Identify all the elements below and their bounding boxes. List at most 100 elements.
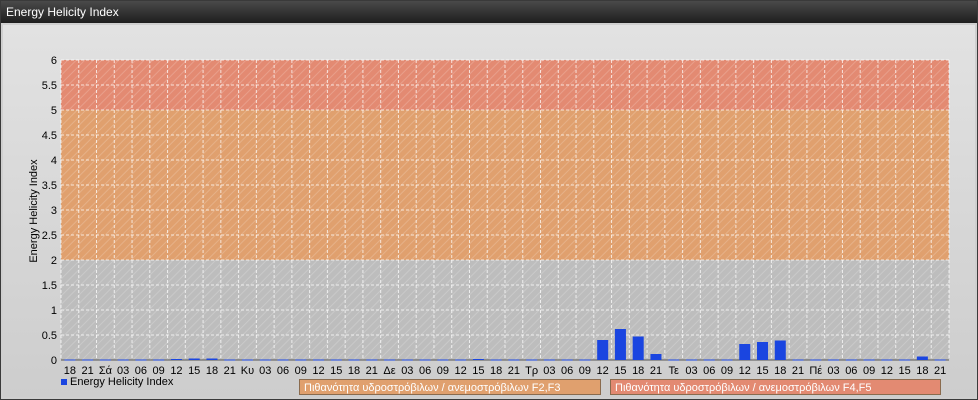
x-tick-label: 09 <box>295 365 307 377</box>
bar <box>419 359 431 361</box>
bar <box>384 359 396 361</box>
x-tick-label: 03 <box>401 365 413 377</box>
x-tick-label: 03 <box>685 365 697 377</box>
bar <box>614 329 626 360</box>
x-tick-label: 21 <box>224 365 236 377</box>
x-tick-label: 12 <box>881 365 893 377</box>
x-tick-label: 21 <box>508 365 520 377</box>
x-tick-label: 06 <box>703 365 715 377</box>
x-tick-label: 15 <box>756 365 768 377</box>
x-tick-label: 18 <box>632 365 644 377</box>
x-tick-label: 15 <box>330 365 342 377</box>
bar <box>828 359 840 361</box>
bar <box>330 359 342 361</box>
bar <box>934 359 946 361</box>
bar <box>455 359 467 361</box>
bar <box>863 359 875 361</box>
y-tick-label: 0.5 <box>42 330 57 342</box>
x-tick-label: 15 <box>614 365 626 377</box>
x-tick-label: 12 <box>739 365 751 377</box>
x-tick-label: 09 <box>721 365 733 377</box>
x-tick-label: 06 <box>845 365 857 377</box>
x-tick-label: 09 <box>863 365 875 377</box>
bar <box>259 359 271 361</box>
x-tick-label: 03 <box>827 365 839 377</box>
x-tick-label: 06 <box>419 365 431 377</box>
bar <box>401 359 413 361</box>
x-tick-label: 21 <box>934 365 946 377</box>
bar <box>206 358 218 360</box>
legend-swatch <box>61 379 67 385</box>
bar <box>579 359 591 361</box>
bar <box>632 336 644 360</box>
y-tick-label: 4 <box>51 155 57 167</box>
bar <box>348 359 360 361</box>
bar <box>597 340 609 360</box>
bar <box>703 359 715 361</box>
y-tick-label: 5.5 <box>42 80 57 92</box>
x-tick-label: 12 <box>312 365 324 377</box>
bar <box>685 359 697 361</box>
bar <box>170 359 182 360</box>
bar <box>64 359 76 361</box>
x-tick-label: 21 <box>650 365 662 377</box>
bar <box>739 344 751 360</box>
band-label-f2-f3: Πιθανότητα υδροστρόβιλων / ανεμοστρόβιλω… <box>299 379 601 395</box>
y-tick-label: 0 <box>51 355 57 367</box>
bar <box>99 359 111 361</box>
x-tick-label: Δε <box>383 365 395 377</box>
bar <box>792 359 804 361</box>
y-tick-label: 3 <box>51 205 57 217</box>
x-tick-label: Πέ <box>809 365 822 377</box>
x-tick-label: 18 <box>348 365 360 377</box>
x-tick-label: 15 <box>472 365 484 377</box>
bar <box>526 359 538 361</box>
bar <box>82 359 94 361</box>
x-tick-label: 09 <box>579 365 591 377</box>
chart-svg: Energy Helicity Index 0 0.5 1 1.5 2 2.5 3 3.5 4 4… <box>28 55 950 377</box>
x-tick-label: 06 <box>561 365 573 377</box>
x-tick-label: 18 <box>916 365 928 377</box>
bar <box>650 354 662 360</box>
x-tick-label: 21 <box>792 365 804 377</box>
x-tick-label: Κυ <box>241 365 254 377</box>
bar <box>757 342 769 360</box>
y-tick-label: 2.5 <box>42 230 57 242</box>
bar <box>153 359 165 361</box>
bar <box>188 358 200 360</box>
bar <box>774 340 786 360</box>
x-tick-label: Τε <box>669 365 680 377</box>
x-tick-label: 15 <box>898 365 910 377</box>
bar <box>295 359 307 361</box>
bar <box>845 359 857 361</box>
x-tick-label: 12 <box>454 365 466 377</box>
bar <box>916 356 928 360</box>
bar <box>543 359 555 361</box>
x-tick-label: 18 <box>774 365 786 377</box>
bar <box>721 359 733 361</box>
y-tick-label: 1.5 <box>42 280 57 292</box>
bar <box>224 359 236 361</box>
y-tick-label: 3.5 <box>42 180 57 192</box>
bar <box>899 359 911 361</box>
y-tick-label: 6 <box>51 55 57 67</box>
bar <box>810 359 822 361</box>
x-tick-label: 15 <box>188 365 200 377</box>
bar <box>366 359 378 361</box>
x-tick-label: Τρ <box>525 365 538 377</box>
y-axis-label: Energy Helicity Index <box>28 159 40 263</box>
y-tick-label: 1 <box>51 305 57 317</box>
x-tick-label: 09 <box>437 365 449 377</box>
bar <box>437 359 449 361</box>
x-tick-label: 03 <box>259 365 271 377</box>
bar <box>241 359 253 361</box>
bar <box>508 359 520 361</box>
bar <box>135 359 147 361</box>
x-tick-label: 18 <box>206 365 218 377</box>
legend: Energy Helicity Index <box>61 376 173 388</box>
bar <box>472 359 484 360</box>
y-tick-label: 5 <box>51 105 57 117</box>
bar <box>490 359 502 361</box>
x-tick-label: 03 <box>543 365 555 377</box>
legend-label: Energy Helicity Index <box>70 376 174 388</box>
